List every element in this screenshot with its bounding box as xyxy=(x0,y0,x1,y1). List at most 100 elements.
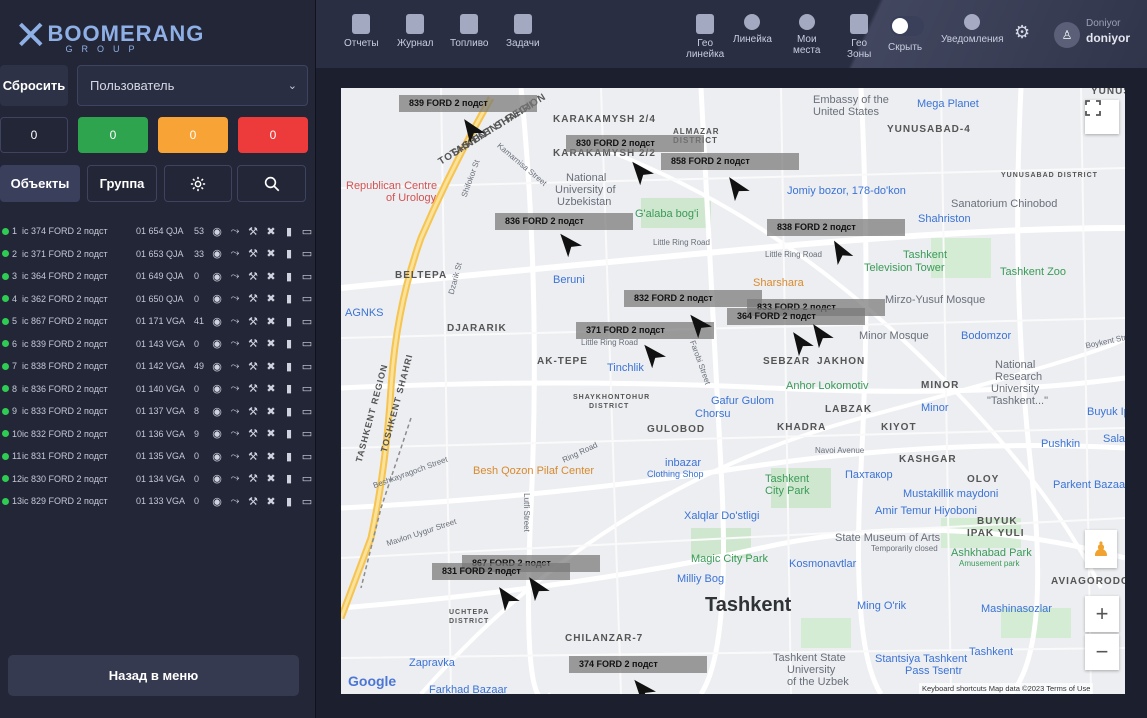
tools-icon[interactable]: ✖ xyxy=(264,450,278,463)
eye-icon[interactable]: ◉ xyxy=(210,450,224,463)
satellite-icon[interactable]: ⚒ xyxy=(246,382,260,395)
vehicle-tag-364[interactable]: 364 FORD 2 подст xyxy=(727,308,865,325)
tools-icon[interactable]: ✖ xyxy=(264,360,278,373)
geo-ruler-button[interactable]: Гео линейка xyxy=(686,14,724,60)
vehicle-tag-838[interactable]: 838 FORD 2 подст xyxy=(767,219,905,236)
tab-objects[interactable]: Объекты xyxy=(0,165,80,202)
vehicle-row[interactable]: 7 ic 838 FORD 2 подст 01 142 VGA 49 ◉ ⤳ ⚒ ✖ ▮ ▭ xyxy=(0,355,316,378)
satellite-icon[interactable]: ⚒ xyxy=(246,225,260,238)
vehicle-row[interactable]: 6 ic 839 FORD 2 подст 01 143 VGA 0 ◉ ⤳ ⚒ ✖ ▮ ▭ xyxy=(0,333,316,356)
search-tab-button[interactable] xyxy=(237,165,306,202)
notifications-button[interactable]: Уведомления xyxy=(941,14,1004,45)
eye-icon[interactable]: ◉ xyxy=(210,225,224,238)
satellite-icon[interactable]: ⚒ xyxy=(246,405,260,418)
vehicle-row[interactable]: 8 ic 836 FORD 2 подст 01 140 VGA 0 ◉ ⤳ ⚒ ✖ ▮ ▭ xyxy=(0,378,316,401)
tools-icon[interactable]: ✖ xyxy=(264,405,278,418)
satellite-icon[interactable]: ⚒ xyxy=(246,270,260,283)
satellite-icon[interactable]: ⚒ xyxy=(246,247,260,260)
settings-tab-button[interactable] xyxy=(164,165,232,202)
satellite-icon[interactable]: ⚒ xyxy=(246,315,260,328)
route-icon[interactable]: ⤳ xyxy=(228,472,242,485)
brand-logo[interactable]: ✕ BOOMERANG GROUP xyxy=(14,14,204,56)
vehicle-row[interactable]: 5 ic 867 FORD 2 подст 01 171 VGA 41 ◉ ⤳ ⚒ ✖ ▮ ▭ xyxy=(0,310,316,333)
fuel-button[interactable]: Топливо xyxy=(450,14,489,49)
eye-icon[interactable]: ◉ xyxy=(210,405,224,418)
eye-icon[interactable]: ◉ xyxy=(210,270,224,283)
eye-icon[interactable]: ◉ xyxy=(210,337,224,350)
route-icon[interactable]: ⤳ xyxy=(228,270,242,283)
fullscreen-button[interactable] xyxy=(1085,100,1119,134)
eye-icon[interactable]: ◉ xyxy=(210,495,224,508)
vehicle-row[interactable]: 11 ic 831 FORD 2 подст 01 135 VGA 0 ◉ ⤳ ⚒ ✖ ▮ ▭ xyxy=(0,445,316,468)
vehicle-tag-831[interactable]: 831 FORD 2 подст xyxy=(432,563,570,580)
satellite-icon[interactable]: ⚒ xyxy=(246,495,260,508)
route-icon[interactable]: ⤳ xyxy=(228,360,242,373)
tools-icon[interactable]: ✖ xyxy=(264,270,278,283)
tools-icon[interactable]: ✖ xyxy=(264,292,278,305)
route-icon[interactable]: ⤳ xyxy=(228,337,242,350)
vehicle-row[interactable]: 9 ic 833 FORD 2 подст 01 137 VGA 8 ◉ ⤳ ⚒ ✖ ▮ ▭ xyxy=(0,400,316,423)
satellite-icon[interactable]: ⚒ xyxy=(246,450,260,463)
eye-icon[interactable]: ◉ xyxy=(210,427,224,440)
satellite-icon[interactable]: ⚒ xyxy=(246,427,260,440)
tab-group[interactable]: Группа xyxy=(87,165,157,202)
tools-icon[interactable]: ✖ xyxy=(264,427,278,440)
back-to-menu-button[interactable]: Назад в меню xyxy=(8,655,299,696)
route-icon[interactable]: ⤳ xyxy=(228,450,242,463)
hide-toggle[interactable] xyxy=(890,16,924,36)
avatar[interactable]: ♙ xyxy=(1054,22,1080,48)
vehicle-tag-839[interactable]: 839 FORD 2 подст xyxy=(399,95,537,112)
vehicle-row[interactable]: 1 ic 374 FORD 2 подст 01 654 QJA 53 ◉ ⤳ ⚒ ✖ ▮ ▭ xyxy=(0,220,316,243)
eye-icon[interactable]: ◉ xyxy=(210,315,224,328)
eye-icon[interactable]: ◉ xyxy=(210,292,224,305)
route-icon[interactable]: ⤳ xyxy=(228,247,242,260)
counter-green[interactable]: 0 xyxy=(78,117,148,153)
vehicle-row[interactable]: 13 ic 829 FORD 2 подст 01 133 VGA 0 ◉ ⤳ ⚒ ✖ ▮ ▭ xyxy=(0,490,316,513)
tools-icon[interactable]: ✖ xyxy=(264,337,278,350)
vehicle-row[interactable]: 10 ic 832 FORD 2 подст 01 136 VGA 9 ◉ ⤳ ⚒ ✖ ▮ ▭ xyxy=(0,423,316,446)
user-block[interactable]: Doniyor doniyor xyxy=(1086,18,1130,45)
route-icon[interactable]: ⤳ xyxy=(228,225,242,238)
reset-button[interactable]: Сбросить xyxy=(0,65,68,106)
satellite-icon[interactable]: ⚒ xyxy=(246,472,260,485)
satellite-icon[interactable]: ⚒ xyxy=(246,360,260,373)
route-icon[interactable]: ⤳ xyxy=(228,315,242,328)
route-icon[interactable]: ⤳ xyxy=(228,292,242,305)
my-places-button[interactable]: Мои места xyxy=(793,14,820,56)
tools-icon[interactable]: ✖ xyxy=(264,472,278,485)
settings-gear-icon[interactable]: ⚙ xyxy=(1014,22,1030,43)
eye-icon[interactable]: ◉ xyxy=(210,382,224,395)
satellite-icon[interactable]: ⚒ xyxy=(246,292,260,305)
google-map[interactable]: KARAKAMYSH 2/4 KARAKAMYSH 2/2 ALMAZAR DI… xyxy=(341,88,1125,694)
route-icon[interactable]: ⤳ xyxy=(228,382,242,395)
street-view-pegman[interactable]: ♟ xyxy=(1085,530,1117,568)
vehicle-tag-832[interactable]: 832 FORD 2 подст xyxy=(624,290,762,307)
zoom-in-button[interactable]: + xyxy=(1085,596,1119,632)
route-icon[interactable]: ⤳ xyxy=(228,427,242,440)
route-icon[interactable]: ⤳ xyxy=(228,405,242,418)
eye-icon[interactable]: ◉ xyxy=(210,360,224,373)
counter-total[interactable]: 0 xyxy=(0,117,68,153)
tools-icon[interactable]: ✖ xyxy=(264,382,278,395)
vehicle-row[interactable]: 2 ic 371 FORD 2 подст 01 653 QJA 33 ◉ ⤳ ⚒ ✖ ▮ ▭ xyxy=(0,243,316,266)
tasks-button[interactable]: Задачи xyxy=(506,14,540,49)
eye-icon[interactable]: ◉ xyxy=(210,247,224,260)
ruler-button[interactable]: Линейка xyxy=(733,14,772,45)
vehicle-row[interactable]: 4 ic 362 FORD 2 подст 01 650 QJA 0 ◉ ⤳ ⚒ ✖ ▮ ▭ xyxy=(0,288,316,311)
route-icon[interactable]: ⤳ xyxy=(228,495,242,508)
tools-icon[interactable]: ✖ xyxy=(264,495,278,508)
reports-button[interactable]: Отчеты xyxy=(344,14,379,49)
vehicle-tag-858[interactable]: 858 FORD 2 подст xyxy=(661,153,799,170)
tools-icon[interactable]: ✖ xyxy=(264,247,278,260)
tools-icon[interactable]: ✖ xyxy=(264,315,278,328)
vehicle-tag-836[interactable]: 836 FORD 2 подст xyxy=(495,213,633,230)
counter-red[interactable]: 0 xyxy=(238,117,308,153)
user-select[interactable]: Пользователь ⌄ xyxy=(77,65,308,106)
journal-button[interactable]: Журнал xyxy=(397,14,434,49)
vehicle-tag-374[interactable]: 374 FORD 2 подст xyxy=(569,656,707,673)
satellite-icon[interactable]: ⚒ xyxy=(246,337,260,350)
eye-icon[interactable]: ◉ xyxy=(210,472,224,485)
map-attribution[interactable]: Keyboard shortcuts Map data ©2023 Terms … xyxy=(919,683,1094,694)
vehicle-row[interactable]: 12 ic 830 FORD 2 подст 01 134 VGA 0 ◉ ⤳ ⚒ ✖ ▮ ▭ xyxy=(0,468,316,491)
geo-zones-button[interactable]: Гео Зоны xyxy=(847,14,871,60)
